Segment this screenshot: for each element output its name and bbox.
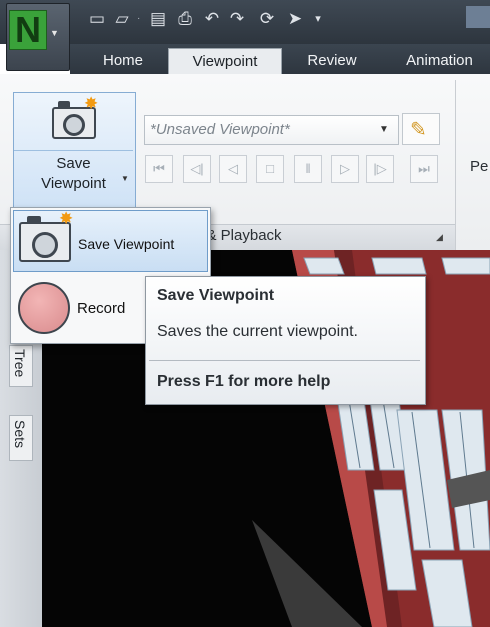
undo-icon[interactable]: ↶ (201, 9, 223, 29)
tooltip-title: Save Viewpoint (157, 287, 275, 304)
chevron-down-icon[interactable]: ▼ (379, 124, 389, 135)
tooltip-description: Saves the current viewpoint. (157, 323, 358, 340)
step-back-icon[interactable]: ◁| (183, 155, 211, 183)
step-forward-icon[interactable]: |▷ (366, 155, 394, 183)
panel-launcher-icon[interactable]: ◢ (436, 232, 443, 243)
last-frame-icon[interactable]: ⏭ (410, 155, 438, 183)
saved-viewpoints-value: *Unsaved Viewpoint* (150, 121, 290, 138)
tab-viewpoint[interactable]: Viewpoint (168, 48, 282, 75)
separator: · (137, 13, 141, 24)
tab-review[interactable]: Review (289, 48, 375, 74)
chevron-down-icon: ▼ (50, 28, 59, 38)
tab-sets-label: Sets (12, 420, 28, 449)
redo-icon[interactable]: ↷ (226, 9, 248, 29)
stop-icon[interactable]: □ (256, 155, 284, 183)
record-circle-icon (18, 282, 70, 334)
tab-animation[interactable]: Animation (389, 48, 490, 74)
menu-item-label: Record (77, 300, 126, 317)
help-button[interactable] (466, 6, 490, 28)
divider (14, 150, 133, 151)
refresh-icon[interactable]: ⟳ (256, 9, 278, 29)
tooltip-help-text: Press F1 for more help (157, 373, 331, 390)
navisworks-n-logo-icon: N (9, 10, 47, 50)
first-frame-icon[interactable]: ⏮ (145, 155, 173, 183)
divider (455, 80, 456, 250)
play-reverse-icon[interactable]: ◁ (219, 155, 247, 183)
perspective-label-truncated[interactable]: Pe (470, 158, 488, 175)
save-icon[interactable]: ▤ (147, 9, 169, 29)
edit-viewpoint-icon: ✎ (410, 119, 427, 141)
camera-star-icon: ✸ (52, 95, 98, 139)
divider (149, 360, 420, 361)
play-icon[interactable]: ▷ (331, 155, 359, 183)
select-arrow-icon[interactable]: ➤ (284, 9, 306, 29)
pause-icon[interactable]: ‖ (294, 155, 322, 183)
print-icon[interactable]: ⎙ (174, 9, 196, 29)
save-viewpoint-label[interactable]: Save Viewpoint (13, 154, 134, 194)
open-folder-icon[interactable]: ▱ (111, 9, 133, 29)
chevron-down-icon[interactable]: ▼ (121, 174, 129, 183)
new-file-icon[interactable]: ▭ (86, 9, 108, 29)
camera-star-icon: ✸ (19, 210, 73, 262)
chevron-down-icon[interactable]: ▾ (307, 9, 329, 29)
tab-tree-label: Tree (12, 349, 28, 378)
menu-item-label: Save Viewpoint (78, 236, 175, 252)
tab-home[interactable]: Home (88, 48, 158, 74)
